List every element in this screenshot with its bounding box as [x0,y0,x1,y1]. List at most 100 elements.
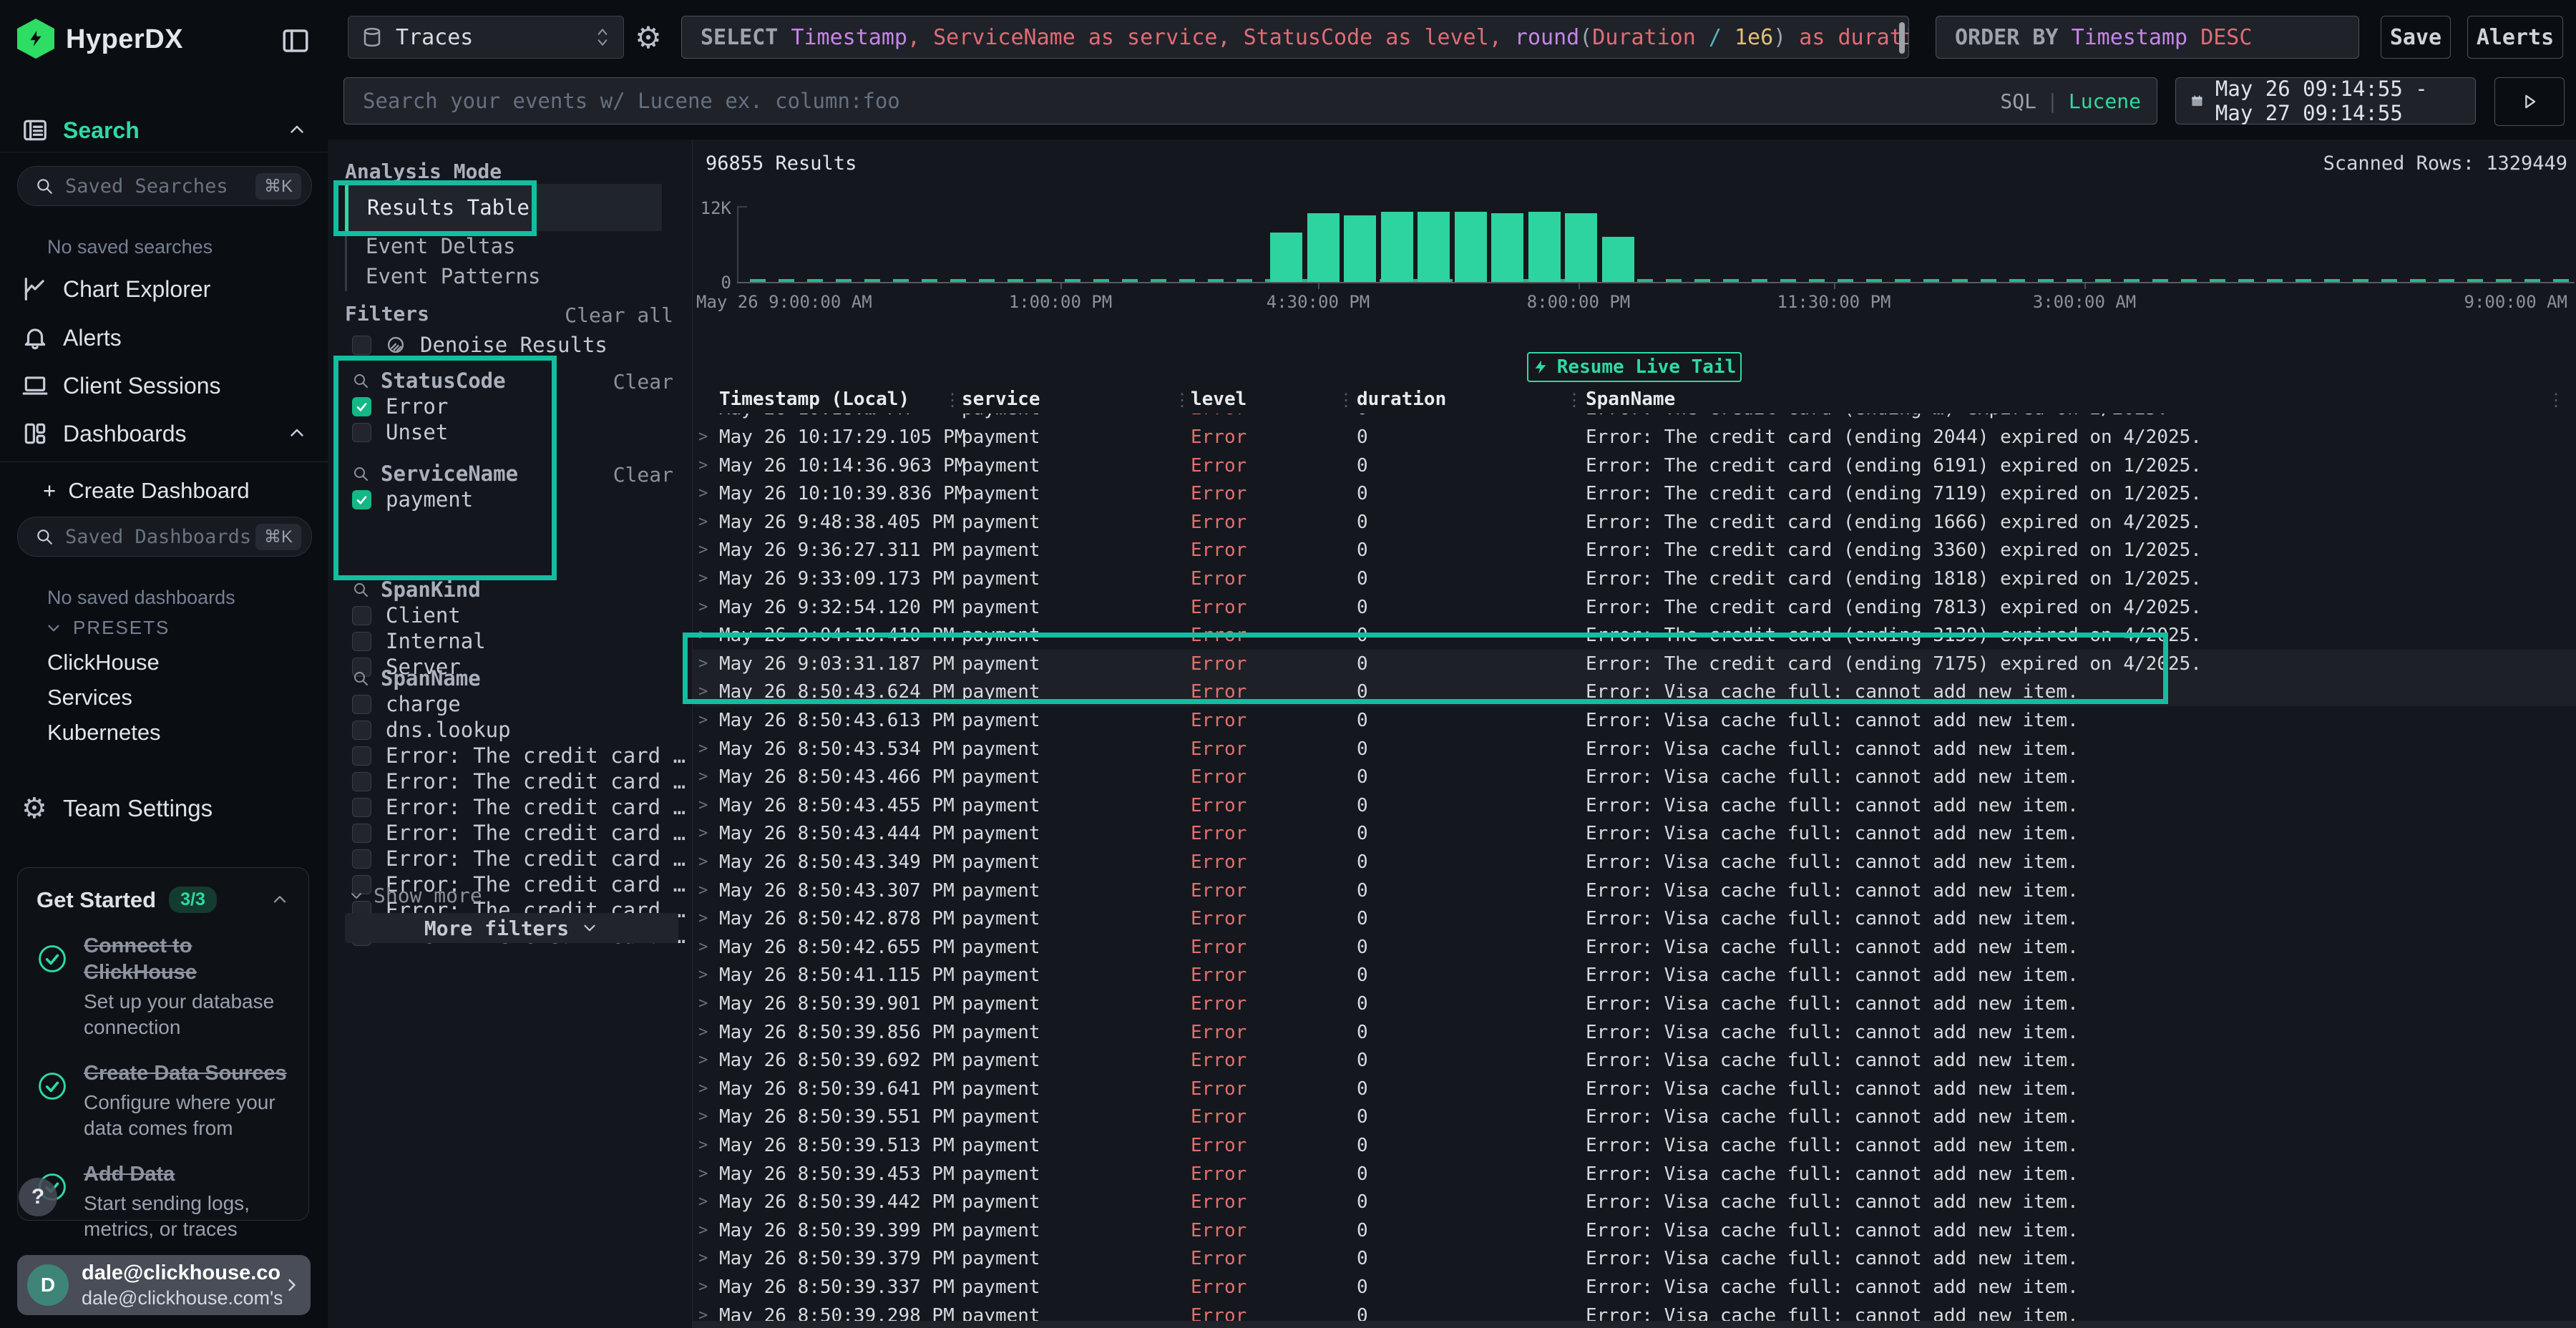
table-row[interactable]: >May 26 8:50:42.878 PMpaymentError0Error… [693,904,2576,933]
horizontal-scrollbar[interactable] [693,1321,2576,1328]
checkbox-unchecked[interactable] [352,695,371,714]
row-expand-chevron-icon[interactable]: > [698,933,708,962]
histogram-bar[interactable] [1344,215,1376,283]
row-expand-chevron-icon[interactable]: > [698,706,708,735]
row-expand-chevron-icon[interactable]: > [698,763,708,791]
table-row[interactable]: >May 26 8:50:43.624 PMpaymentError0Error… [693,678,2576,706]
row-expand-chevron-icon[interactable]: > [698,1188,708,1216]
column-spanname[interactable]: SpanName [1586,389,1675,410]
column-service[interactable]: service [962,389,1040,410]
checkbox-unchecked[interactable] [352,606,371,625]
collapse-sidebar-icon[interactable] [280,26,311,56]
sidebar-preset-clickhouse[interactable]: ClickHouse [47,650,160,675]
help-button[interactable]: ? [19,1178,57,1216]
clear-servicename-link[interactable]: Clear [613,463,673,487]
table-row[interactable]: >May 26 8:50:43.455 PMpaymentError0Error… [693,791,2576,820]
row-expand-chevron-icon[interactable]: > [698,877,708,905]
filter-option-error-the-credit-card-[interactable]: Error: The credit card … [352,769,686,794]
table-row[interactable]: >May 26 8:50:39.453 PMpaymentError0Error… [693,1160,2576,1188]
date-range-picker[interactable]: May 26 09:14:55 - May 27 09:14:55 [2175,77,2476,125]
source-settings-gear-icon[interactable]: ⚙ [632,21,665,54]
row-expand-chevron-icon[interactable]: > [698,414,708,423]
chevron-up-icon[interactable] [270,890,290,910]
table-row[interactable]: >May 26 8:50:39.856 PMpaymentError0Error… [693,1018,2576,1047]
filter-option-dns-lookup[interactable]: dns.lookup [352,718,511,742]
row-expand-chevron-icon[interactable]: > [698,423,708,451]
sql-editor-scrollbar[interactable] [1899,22,1905,54]
column-level[interactable]: level [1191,389,1246,410]
resume-live-tail-button[interactable]: Resume Live Tail [1527,352,1742,382]
table-row[interactable]: >May 26 8:50:39.641 PMpaymentError0Error… [693,1075,2576,1103]
table-row[interactable]: >May 26 8:50:43.466 PMpaymentError0Error… [693,763,2576,791]
column-timestamp[interactable]: Timestamp (Local) [719,389,909,410]
filter-option-error-the-credit-card-[interactable]: Error: The credit card … [352,821,686,845]
filter-option-error-the-credit-card-[interactable]: Error: The credit card … [352,743,686,768]
sidebar-preset-kubernetes[interactable]: Kubernetes [47,720,161,746]
column-duration[interactable]: duration [1357,389,1446,410]
run-search-button[interactable] [2494,77,2565,126]
table-row[interactable]: >May 26 9:48:38.405 PMpaymentError0Error… [693,508,2576,537]
histogram-bar[interactable] [1491,213,1523,283]
table-row[interactable]: >May 26 8:50:39.379 PMpaymentError0Error… [693,1244,2576,1273]
create-dashboard-button[interactable]: + Create Dashboard [43,478,250,504]
checkbox-unchecked[interactable] [352,746,371,766]
table-row[interactable]: >May 26 8:50:41.115 PMpaymentError0Error… [693,961,2576,990]
filter-option-charge[interactable]: charge [352,692,461,716]
checkbox-unchecked[interactable] [352,721,371,740]
filter-option-unset[interactable]: Unset [352,420,448,444]
row-expand-chevron-icon[interactable]: > [698,904,708,933]
checkbox-checked[interactable] [352,397,371,416]
presets-toggle[interactable]: PRESETS [44,617,170,639]
row-expand-chevron-icon[interactable]: > [698,593,708,622]
table-row[interactable]: >May 26 8:50:39.442 PMpaymentError0Error… [693,1188,2576,1216]
row-expand-chevron-icon[interactable]: > [698,678,708,706]
analysis-mode-event-patterns[interactable]: Event Patterns [347,261,662,291]
table-row[interactable]: >May 26 8:50:42.655 PMpaymentError0Error… [693,933,2576,962]
table-row[interactable]: >May 26 8:50:43.444 PMpaymentError0Error… [693,819,2576,848]
row-expand-chevron-icon[interactable]: > [698,1216,708,1245]
sidebar-item-search[interactable]: Search [0,112,328,149]
row-expand-chevron-icon[interactable]: > [698,536,708,565]
table-row[interactable]: >May 26 10:14:36.963 PMpaymentError0Erro… [693,451,2576,480]
checkbox-unchecked[interactable] [352,423,371,442]
row-expand-chevron-icon[interactable]: > [698,650,708,678]
row-expand-chevron-icon[interactable]: > [698,508,708,537]
saved-dashboards-input[interactable]: Saved Dashboards ⌘K [17,517,312,557]
denoise-results-checkbox[interactable]: Denoise Results [352,333,608,357]
checkbox-checked[interactable] [352,490,371,509]
row-expand-chevron-icon[interactable]: > [698,791,708,820]
checkbox-unchecked[interactable] [352,632,371,651]
row-expand-chevron-icon[interactable]: > [698,1075,708,1103]
row-expand-chevron-icon[interactable]: > [698,961,708,990]
user-account-bar[interactable]: D dale@clickhouse.com dale@clickhouse.co… [17,1255,311,1315]
sidebar-item-team-settings[interactable]: ⚙ Team Settings [0,790,328,827]
histogram-bar[interactable] [1381,212,1413,283]
row-expand-chevron-icon[interactable]: > [698,1046,708,1075]
row-expand-chevron-icon[interactable]: > [698,1160,708,1188]
sidebar-preset-services[interactable]: Services [47,685,132,711]
table-row[interactable]: >May 26 9:04:18.410 PMpaymentError0Error… [693,621,2576,650]
table-row[interactable]: >May 26 9:33:09.173 PMpaymentError0Error… [693,565,2576,593]
table-row[interactable]: >May 26 10:17:29.105 PMpaymentError0Erro… [693,423,2576,451]
table-row-clipped[interactable]: >May 26 10:18:… PMpaymentError0Error: Th… [693,414,2576,423]
get-started-item[interactable]: Add DataStart sending logs, metrics, or … [36,1161,290,1242]
row-expand-chevron-icon[interactable]: > [698,990,708,1018]
alerts-button[interactable]: Alerts [2467,16,2563,59]
histogram-bar[interactable] [1602,237,1634,283]
sidebar-item-chart-explorer[interactable]: Chart Explorer [0,270,328,308]
sql-mode-toggle[interactable]: SQL [2000,89,2036,113]
row-expand-chevron-icon[interactable]: > [698,1103,708,1131]
table-row[interactable]: >May 26 9:03:31.187 PMpaymentError0Error… [693,650,2576,678]
lucene-mode-toggle[interactable]: Lucene [2069,89,2141,113]
sidebar-item-alerts[interactable]: Alerts [0,319,328,356]
more-filters-button[interactable]: More filters [345,913,678,943]
get-started-item[interactable]: Connect to ClickHouseSet up your databas… [36,933,290,1040]
show-more-link[interactable]: Show more [348,884,482,907]
analysis-mode-results-table[interactable]: Results Table [345,184,662,231]
table-row[interactable]: >May 26 8:50:43.307 PMpaymentError0Error… [693,877,2576,905]
table-row[interactable]: >May 26 9:32:54.120 PMpaymentError0Error… [693,593,2576,622]
sql-select-editor[interactable]: SELECT Timestamp, ServiceName as service… [681,16,1909,59]
analysis-mode-event-deltas[interactable]: Event Deltas [347,231,662,261]
order-by-editor[interactable]: ORDER BY Timestamp DESC [1936,16,2359,59]
table-row[interactable]: >May 26 8:50:39.337 PMpaymentError0Error… [693,1273,2576,1302]
